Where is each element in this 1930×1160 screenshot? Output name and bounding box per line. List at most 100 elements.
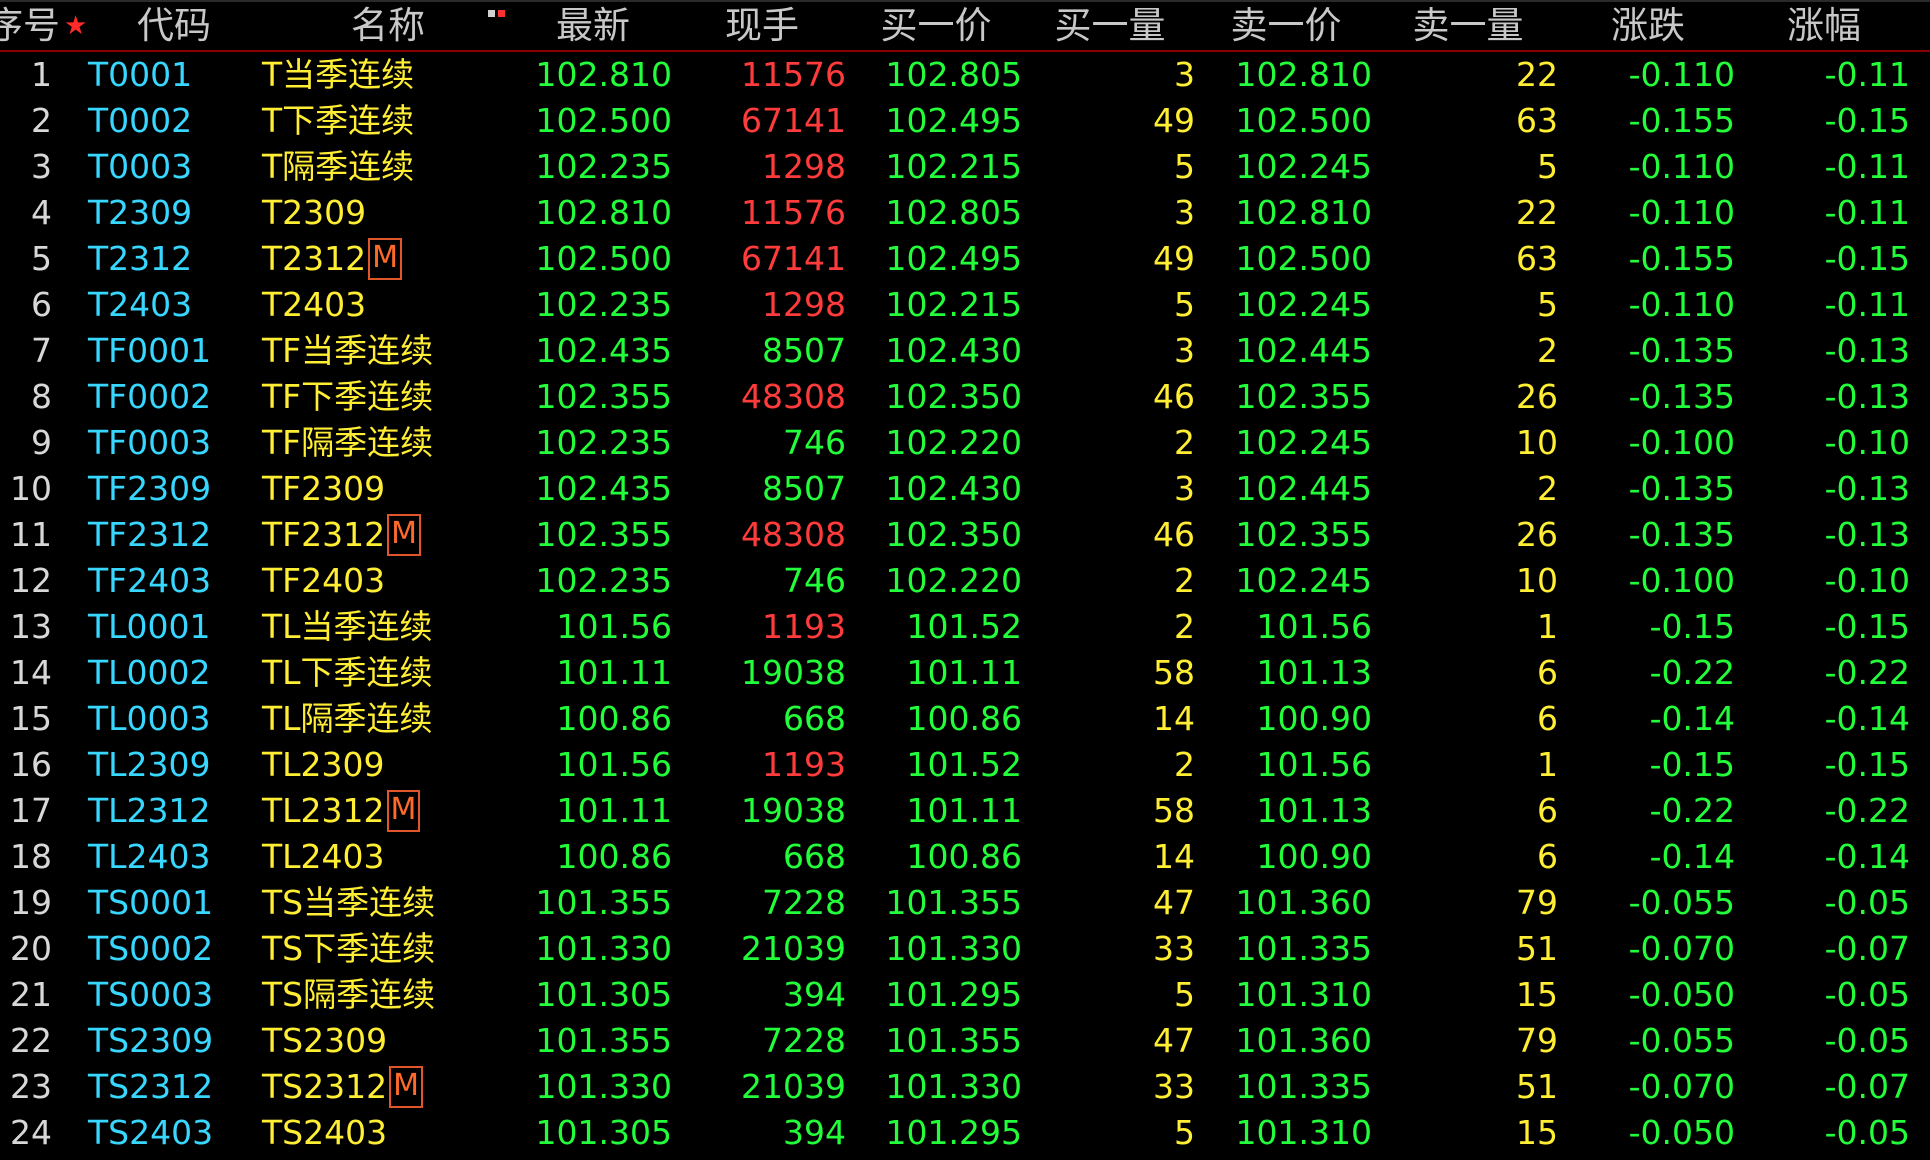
contract-name-text: TL当季连续 [262, 607, 433, 646]
quote-board: 序号 ★ 代码 名称 最新 现手 买一价 买一量 卖一价 卖一量 涨跌 涨幅 1T… [0, 0, 1930, 1160]
ask-quantity: 22 [1516, 55, 1558, 94]
row-index: 24 [10, 1113, 52, 1152]
row-index: 6 [31, 285, 52, 324]
ask-quantity: 51 [1516, 1067, 1558, 1106]
header-idx[interactable]: 序号 ★ [0, 2, 87, 50]
main-contract-badge: M [386, 789, 421, 832]
header-bid-qty[interactable]: 买一量 [1055, 2, 1166, 50]
header-vol[interactable]: 现手 [725, 2, 799, 50]
header-ask-qty[interactable]: 卖一量 [1413, 2, 1524, 50]
last-price: 101.305 [535, 1113, 672, 1152]
ask-price: 101.56 [1256, 745, 1372, 784]
ask-price: 101.13 [1256, 653, 1372, 692]
table-row[interactable]: 23 TS2312 TS2312 M 101.330 21039 101.330 33 101.… [0, 1064, 1930, 1110]
current-volume: 668 [783, 699, 846, 738]
last-price: 102.435 [535, 469, 672, 508]
table-row[interactable]: 8 TF0002 TF下季连续 102.355 48308 102.350 46 102.35… [0, 374, 1930, 420]
table-row[interactable]: 19 TS0001 TS当季连续 101.355 7228 101.355 47 101.36… [0, 880, 1930, 926]
ask-price: 102.445 [1235, 331, 1372, 370]
current-volume: 67141 [741, 101, 846, 140]
price-change: -0.100 [1628, 561, 1735, 600]
bid-price: 101.11 [906, 791, 1022, 830]
current-volume: 7228 [762, 883, 846, 922]
table-row[interactable]: 4 T2309 T2309 102.810 11576 102.805 3 102.810 22… [0, 190, 1930, 236]
header-code[interactable]: 代码 [137, 2, 211, 50]
ask-quantity: 5 [1537, 285, 1558, 324]
percent-change: -0.05 [1824, 1021, 1910, 1060]
contract-code: TF2312 [88, 515, 212, 554]
table-row[interactable]: 15 TL0003 TL隔季连续 100.86 668 100.86 14 100.90 6 -0… [0, 696, 1930, 742]
table-row[interactable]: 5 T2312 T2312 M 102.500 67141 102.495 49 102.500… [0, 236, 1930, 282]
contract-name: T下季连续 [262, 98, 562, 144]
table-row[interactable]: 18 TL2403 TL2403 100.86 668 100.86 14 100.90 6 -0… [0, 834, 1930, 880]
last-price: 102.500 [535, 239, 672, 278]
contract-name-text: TF当季连续 [262, 331, 434, 370]
table-row[interactable]: 9 TF0003 TF隔季连续 102.235 746 102.220 2 102.245 10… [0, 420, 1930, 466]
price-change: -0.070 [1628, 929, 1735, 968]
table-row[interactable]: 16 TL2309 TL2309 101.56 1193 101.52 2 101.56 1 -0… [0, 742, 1930, 788]
table-row[interactable]: 13 TL0001 TL当季连续 101.56 1193 101.52 2 101.56 1 -0… [0, 604, 1930, 650]
table-row[interactable]: 10 TF2309 TF2309 102.435 8507 102.430 3 102.445… [0, 466, 1930, 512]
current-volume: 21039 [741, 929, 846, 968]
bid-quantity: 2 [1174, 607, 1195, 646]
percent-change: -0.15 [1824, 101, 1910, 140]
ask-price: 102.500 [1235, 239, 1372, 278]
header-bid[interactable]: 买一价 [881, 2, 992, 50]
contract-code: TS2309 [88, 1021, 214, 1060]
contract-name: T2403 [262, 282, 562, 328]
ask-quantity: 26 [1516, 515, 1558, 554]
contract-name: TS2403 [262, 1110, 562, 1156]
table-row[interactable]: 3 T0003 T隔季连续 102.235 1298 102.215 5 102.245 5 -0… [0, 144, 1930, 190]
row-index: 10 [10, 469, 52, 508]
bid-price: 102.215 [885, 147, 1022, 186]
bid-quantity: 5 [1174, 1113, 1195, 1152]
price-change: -0.155 [1628, 239, 1735, 278]
price-change: -0.135 [1628, 469, 1735, 508]
last-price: 102.355 [535, 515, 672, 554]
ask-quantity: 22 [1516, 193, 1558, 232]
sort-dot-active-icon [498, 10, 505, 17]
bid-price: 101.295 [885, 1113, 1022, 1152]
contract-name: T2312 M [262, 236, 562, 282]
table-row[interactable]: 7 TF0001 TF当季连续 102.435 8507 102.430 3 102.445 2… [0, 328, 1930, 374]
contract-name: TF2312 M [262, 512, 562, 558]
table-row[interactable]: 12 TF2403 TF2403 102.235 746 102.220 2 102.245 1… [0, 558, 1930, 604]
last-price: 101.305 [535, 975, 672, 1014]
row-index: 19 [10, 883, 52, 922]
table-row[interactable]: 2 T0002 T下季连续 102.500 67141 102.495 49 102.500 6… [0, 98, 1930, 144]
header-name[interactable]: 名称 [351, 2, 425, 50]
bid-price: 100.86 [906, 699, 1022, 738]
table-row[interactable]: 21 TS0003 TS隔季连续 101.305 394 101.295 5 101.310 1… [0, 972, 1930, 1018]
bid-price: 102.495 [885, 239, 1022, 278]
contract-code: TL2309 [88, 745, 211, 784]
table-row[interactable]: 17 TL2312 TL2312 M 101.11 19038 101.11 58 101.13… [0, 788, 1930, 834]
table-row[interactable]: 24 TS2403 TS2403 101.305 394 101.295 5 101.310 1… [0, 1110, 1930, 1156]
header-pct[interactable]: 涨幅 [1787, 2, 1861, 50]
bid-quantity: 33 [1153, 1067, 1195, 1106]
price-change: -0.110 [1628, 285, 1735, 324]
header-ask[interactable]: 卖一价 [1231, 2, 1342, 50]
ask-price: 102.355 [1235, 515, 1372, 554]
table-row[interactable]: 6 T2403 T2403 102.235 1298 102.215 5 102.245 5 -0… [0, 282, 1930, 328]
contract-name-text: TF下季连续 [262, 377, 434, 416]
price-change: -0.22 [1649, 653, 1735, 692]
bid-price: 101.52 [906, 745, 1022, 784]
header-last[interactable]: 最新 [556, 2, 630, 50]
bid-quantity: 58 [1153, 653, 1195, 692]
table-row[interactable]: 22 TS2309 TS2309 101.355 7228 101.355 47 101.36… [0, 1018, 1930, 1064]
table-row[interactable]: 11 TF2312 TF2312 M 102.355 48308 102.350 46 102.… [0, 512, 1930, 558]
contract-name-text: TF2309 [262, 469, 386, 508]
current-volume: 668 [783, 837, 846, 876]
header-change[interactable]: 涨跌 [1611, 2, 1685, 50]
contract-name-text: T2309 [262, 193, 367, 232]
contract-name-text: TF2312 [262, 515, 386, 554]
contract-name: T2309 [262, 190, 562, 236]
sort-indicator-icon[interactable] [488, 10, 510, 20]
table-row[interactable]: 20 TS0002 TS下季连续 101.330 21039 101.330 33 101.3… [0, 926, 1930, 972]
row-index: 5 [31, 239, 52, 278]
favorite-star-icon[interactable]: ★ [64, 11, 87, 41]
table-row[interactable]: 1 T0001 T当季连续 102.810 11576 102.805 3 102.810 22… [0, 52, 1930, 98]
table-row[interactable]: 14 TL0002 TL下季连续 101.11 19038 101.11 58 101.13 6… [0, 650, 1930, 696]
price-change: -0.050 [1628, 975, 1735, 1014]
bid-price: 102.350 [885, 377, 1022, 416]
